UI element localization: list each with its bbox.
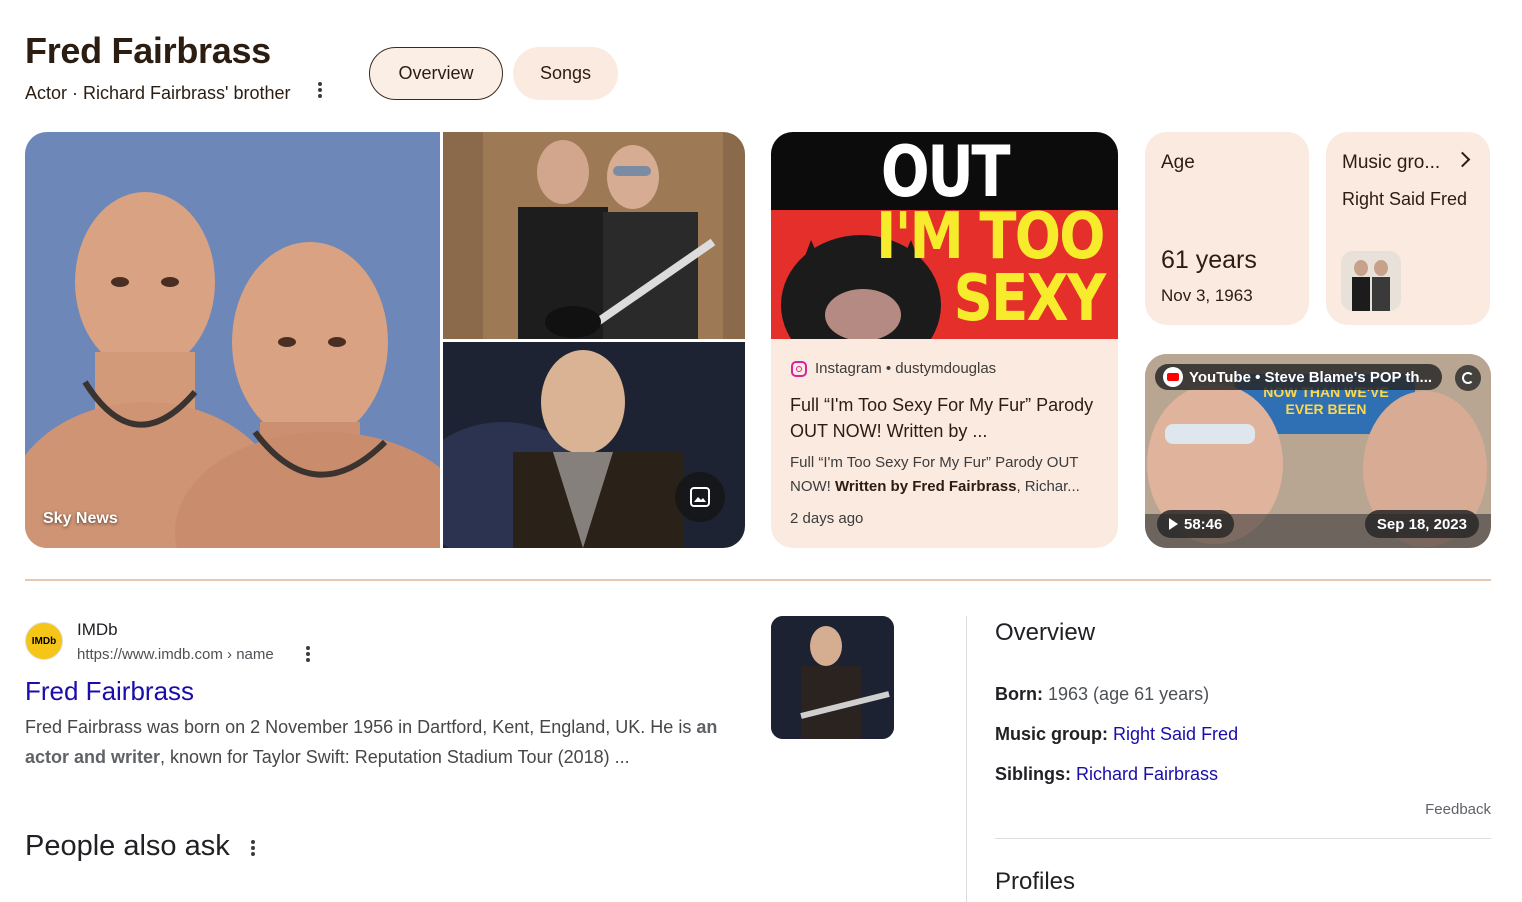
result-more-icon[interactable] — [300, 644, 316, 668]
entity-title: Fred Fairbrass — [25, 30, 271, 71]
post-source: Instagram • dustymdouglas — [791, 360, 996, 377]
tab-overview[interactable]: Overview — [369, 47, 503, 100]
music-group-thumbnail — [1341, 251, 1401, 311]
panel-divider — [966, 616, 967, 902]
photo-two-men — [25, 132, 440, 548]
post-thumbnail: OUT NOW I'M TOO SEXY — [771, 132, 1118, 339]
result-site-name[interactable]: IMDb — [77, 620, 118, 640]
music-group-label: Music gro... — [1342, 152, 1441, 173]
photo-guitar-duo — [443, 132, 745, 339]
age-card[interactable]: Age 61 years Nov 3, 1963 — [1145, 132, 1309, 325]
post-source-label: Instagram • dustymdouglas — [815, 360, 997, 377]
tab-songs[interactable]: Songs — [513, 47, 618, 100]
paa-more-icon[interactable] — [245, 838, 261, 862]
people-also-ask-heading: People also ask — [25, 830, 230, 862]
result-title-link[interactable]: Fred Fairbrass — [25, 676, 194, 707]
music-group-card[interactable]: Music gro... Right Said Fred — [1326, 132, 1490, 325]
age-value: 61 years — [1161, 246, 1257, 274]
play-icon — [1169, 518, 1178, 530]
result-snippet: Fred Fairbrass was born on 2 November 19… — [25, 717, 718, 767]
born-row: Born: 1963 (age 61 years) — [995, 684, 1210, 704]
image-bottom[interactable] — [443, 342, 745, 548]
video-date: Sep 18, 2023 — [1364, 510, 1479, 538]
result-url[interactable]: https://www.imdb.com › name — [77, 646, 274, 663]
image-source-label: Sky News — [43, 510, 118, 527]
overview-divider — [995, 838, 1491, 839]
more-options-icon[interactable] — [312, 80, 328, 104]
profiles-heading: Profiles — [995, 868, 1076, 895]
age-label: Age — [1161, 152, 1195, 173]
post-timestamp: 2 days ago — [790, 510, 864, 527]
post-thumb-text-2: I'M TOO — [876, 200, 1105, 274]
image-top[interactable] — [443, 132, 745, 339]
image-gallery-icon[interactable] — [675, 472, 725, 522]
post-title[interactable]: Full “I'm Too Sexy For My Fur” Parody OU… — [790, 392, 1105, 444]
music-group-value: Right Said Fred — [1342, 189, 1468, 209]
video-card[interactable]: NOW THAN WE'VE EVER BEEN YouTube • Steve… — [1145, 354, 1491, 548]
expand-icon[interactable] — [1455, 365, 1481, 391]
siblings-row: Siblings: Richard Fairbrass — [995, 764, 1219, 784]
music-group-link[interactable]: Right Said Fred — [1113, 724, 1238, 744]
feedback-link[interactable]: Feedback — [1425, 801, 1491, 818]
entity-subtitle: Actor · Richard Fairbrass' brother — [25, 83, 291, 103]
overview-heading: Overview — [995, 619, 1096, 646]
video-source: YouTube • Steve Blame's POP th... — [1155, 364, 1443, 390]
section-divider — [25, 579, 1491, 581]
post-snippet: Full “I'm Too Sexy For My Fur” Parody OU… — [790, 454, 1080, 495]
image-main[interactable]: Sky News — [25, 132, 440, 548]
birth-date: Nov 3, 1963 — [1161, 286, 1253, 305]
music-group-row: Music group: Right Said Fred — [995, 724, 1239, 744]
result-thumbnail[interactable] — [771, 616, 894, 739]
chevron-right-icon — [1454, 151, 1471, 168]
post-card[interactable]: OUT NOW I'M TOO SEXY Instagram • dustymd… — [771, 132, 1118, 548]
siblings-link[interactable]: Richard Fairbrass — [1076, 764, 1218, 784]
youtube-icon — [1163, 367, 1183, 387]
video-duration: 58:46 — [1157, 510, 1235, 538]
instagram-icon — [791, 360, 807, 377]
imdb-favicon[interactable]: IMDb — [25, 622, 63, 660]
post-thumb-text-3: SEXY — [953, 262, 1106, 336]
